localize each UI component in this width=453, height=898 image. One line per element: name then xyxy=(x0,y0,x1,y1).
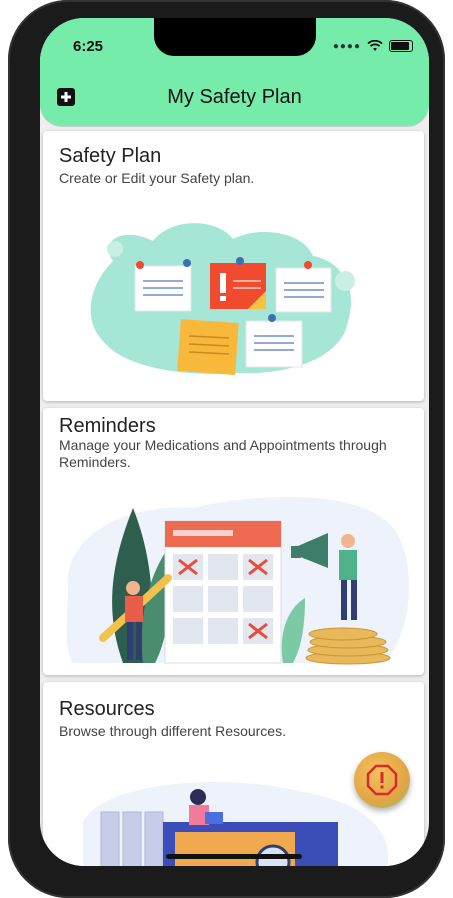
page-title: My Safety Plan xyxy=(167,86,302,108)
phone-frame: 6:25 ●●●● My Safety Plan Safety Plan Cre… xyxy=(8,0,445,898)
app-header: 6:25 ●●●● My Safety Plan xyxy=(40,18,429,126)
status-icons: ●●●● xyxy=(333,40,413,52)
status-time: 6:25 xyxy=(73,38,104,55)
alert-octagon-button[interactable] xyxy=(354,752,410,808)
calendar-reminders-illustration xyxy=(66,496,410,665)
home-indicator[interactable] xyxy=(166,854,302,859)
safety-plan-card[interactable]: Safety Plan Create or Edit your Safety p… xyxy=(43,131,424,401)
battery-icon xyxy=(389,40,413,52)
reminders-card[interactable]: Reminders Manage your Medications and Ap… xyxy=(43,408,424,675)
app-screen: 6:25 ●●●● My Safety Plan Safety Plan Cre… xyxy=(40,18,429,866)
device-notch xyxy=(154,18,316,56)
signal-dots-icon: ●●●● xyxy=(332,40,361,52)
alert-octagon-icon xyxy=(366,764,398,796)
wifi-icon xyxy=(367,40,383,51)
pinned-notes-illustration xyxy=(90,223,355,375)
